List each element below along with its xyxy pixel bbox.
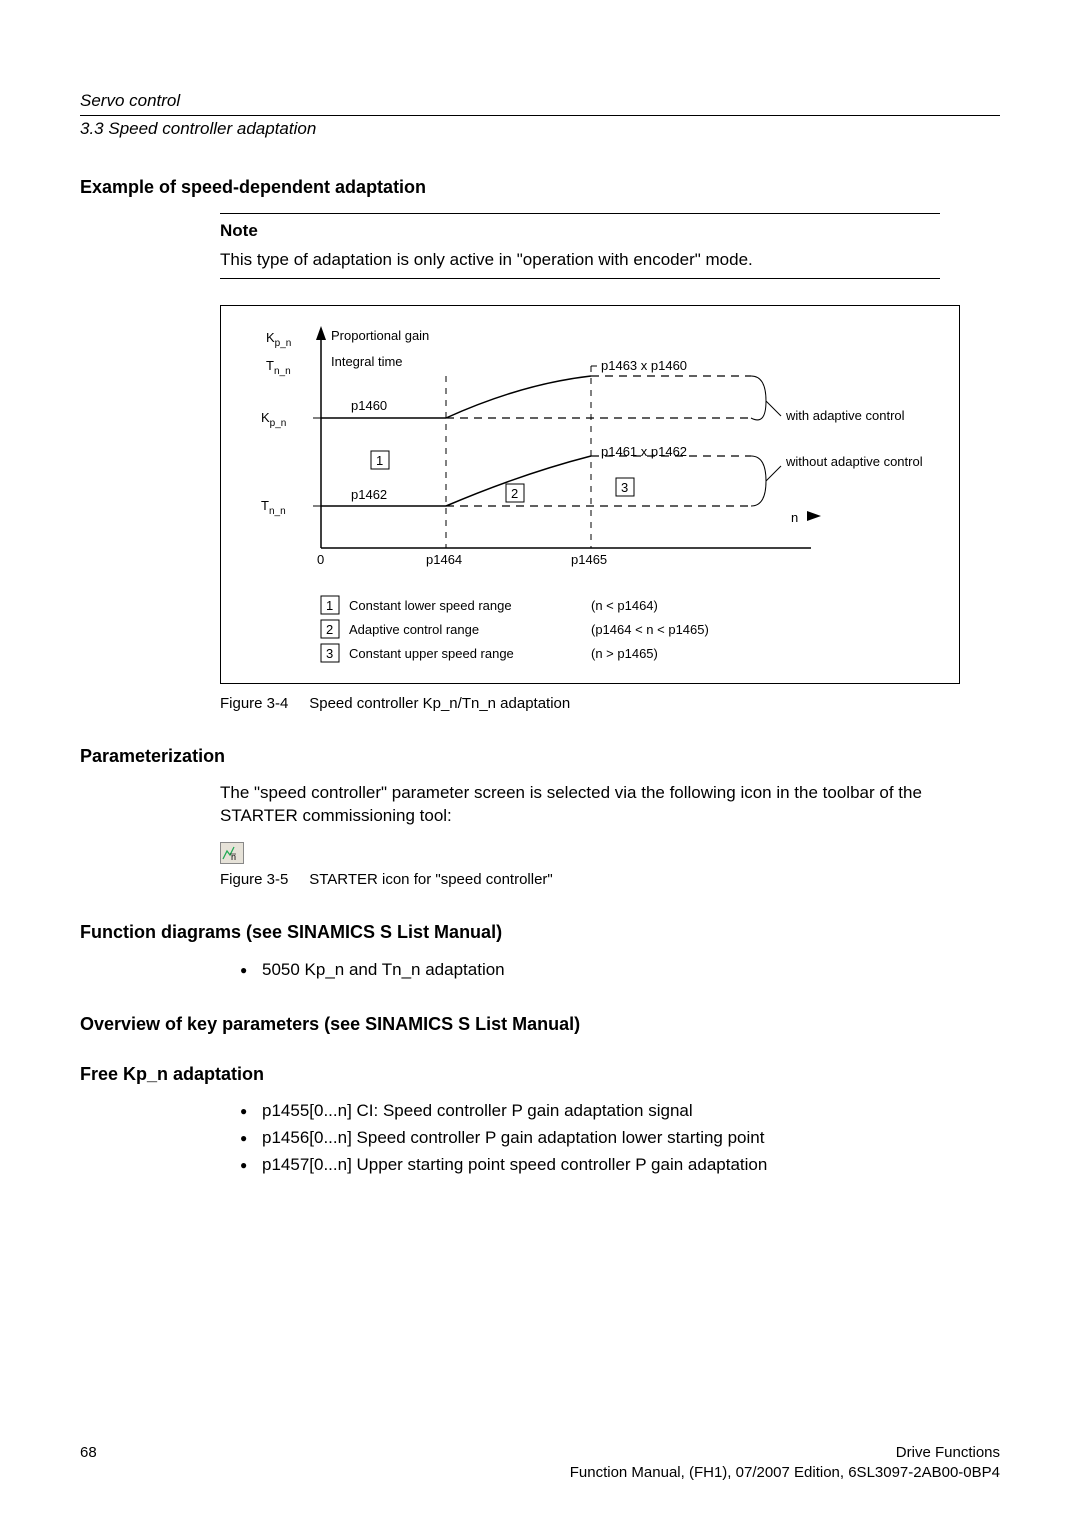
svg-text:1: 1 [326, 598, 333, 613]
legend1-cond: (n < p1464) [591, 598, 658, 613]
svg-text:3: 3 [326, 646, 333, 661]
y-axis-arrow [316, 326, 326, 340]
heading-example: Example of speed-dependent adaptation [80, 175, 1000, 199]
note-rule-top [220, 213, 940, 214]
x-p1465: p1465 [571, 552, 607, 567]
heading-function-diagrams: Function diagrams (see SINAMICS S List M… [80, 920, 1000, 944]
x-zero: 0 [317, 552, 324, 567]
y-kpn-tick: Kp_n [261, 410, 286, 429]
note-title: Note [220, 220, 940, 243]
free-bullet-1: p1455[0...n] CI: Speed controller P gain… [240, 1100, 1000, 1123]
y-tnn-desc: Integral time [331, 354, 403, 369]
free-bullet-3: p1457[0...n] Upper starting point speed … [240, 1154, 1000, 1177]
func-bullets: 5050 Kp_n and Tn_n adaptation [240, 959, 1000, 982]
y-kpn-top: Kp_n [266, 330, 291, 349]
header-title: Servo control [80, 90, 1000, 113]
param-body: The "speed controller" parameter screen … [220, 782, 940, 828]
fig35-text: STARTER icon for "speed controller" [309, 871, 553, 888]
free-bullet-2: p1456[0...n] Speed controller P gain ada… [240, 1127, 1000, 1150]
heading-parameterization: Parameterization [80, 744, 1000, 768]
legend2-label: Adaptive control range [349, 622, 479, 637]
box-1-num: 1 [376, 453, 383, 468]
lbl-p1460: p1460 [351, 398, 387, 413]
y-tnn-top: Tn_n [266, 358, 291, 377]
legend3-cond: (n > p1465) [591, 646, 658, 661]
lbl-p1463x1460: p1463 x p1460 [601, 358, 687, 373]
box-2-num: 2 [511, 486, 518, 501]
x-axis-arrow [807, 511, 821, 521]
heading-overview: Overview of key parameters (see SINAMICS… [80, 1012, 1000, 1036]
lbl-without-adaptive: without adaptive control [785, 454, 923, 469]
fig34-text: Speed controller Kp_n/Tn_n adaptation [309, 695, 570, 712]
func-bullet-1: 5050 Kp_n and Tn_n adaptation [240, 959, 1000, 982]
note-body: This type of adaptation is only active i… [220, 249, 940, 272]
fig34-label: Figure 3-4 [220, 695, 288, 712]
box-3-num: 3 [621, 480, 628, 495]
note-rule-bottom [220, 278, 940, 279]
lbl-p1462: p1462 [351, 487, 387, 502]
legend3-label: Constant upper speed range [349, 646, 514, 661]
figure-3-4: n Kp_n Proportional gain Tn_n Integral t… [220, 305, 960, 684]
legend1-label: Constant lower speed range [349, 598, 512, 613]
svg-text:n: n [231, 852, 236, 862]
svg-text:2: 2 [326, 622, 333, 637]
y-kpn-desc: Proportional gain [331, 328, 429, 343]
header-rule [80, 115, 1000, 116]
y-tnn-tick: Tn_n [261, 498, 286, 517]
footer-right-2: Function Manual, (FH1), 07/2007 Edition,… [570, 1463, 1000, 1483]
page-number: 68 [80, 1443, 97, 1463]
free-bullets: p1455[0...n] CI: Speed controller P gain… [240, 1100, 1000, 1177]
note-block: Note This type of adaptation is only act… [220, 213, 940, 279]
fig35-label: Figure 3-5 [220, 871, 288, 888]
heading-free-kpn: Free Kp_n adaptation [80, 1062, 1000, 1086]
figure-3-5-caption: Figure 3-5 STARTER icon for "speed contr… [220, 870, 940, 890]
lbl-p1461x1462: p1461 x p1462 [601, 444, 687, 459]
starter-icon: n [220, 842, 244, 864]
footer-right-1: Drive Functions [570, 1443, 1000, 1463]
header-section: 3.3 Speed controller adaptation [80, 118, 1000, 141]
lbl-with-adaptive: with adaptive control [785, 408, 905, 423]
axis-n-label: n [791, 510, 798, 525]
footer: 68 Drive Functions Function Manual, (FH1… [80, 1443, 1000, 1484]
x-p1464: p1464 [426, 552, 462, 567]
legend2-cond: (p1464 < n < p1465) [591, 622, 709, 637]
figure-3-4-caption: Figure 3-4 Speed controller Kp_n/Tn_n ad… [220, 694, 960, 714]
